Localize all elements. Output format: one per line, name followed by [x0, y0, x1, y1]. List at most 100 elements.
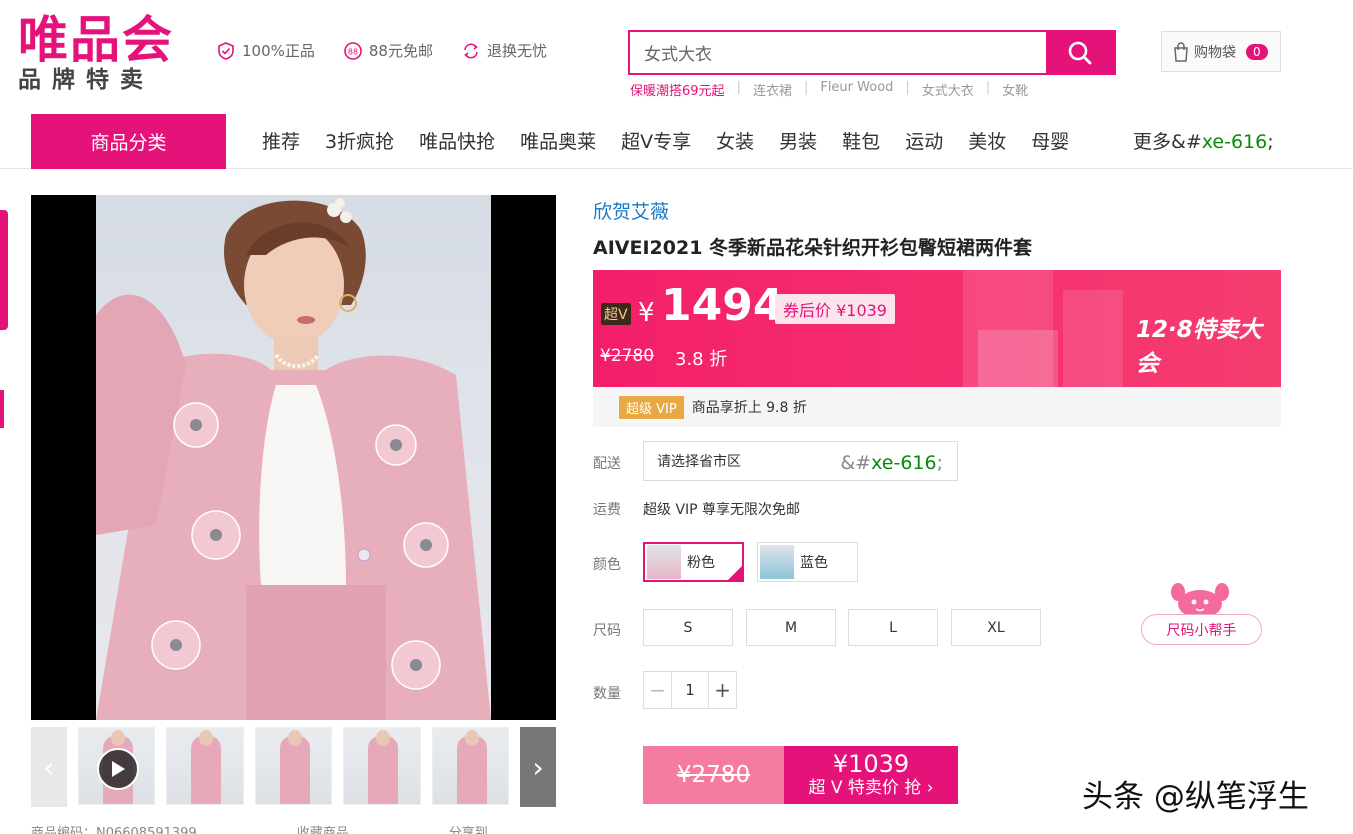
favorite-button[interactable]: 收藏商品 [297, 822, 349, 834]
nav-item-recommend[interactable]: 推荐 [262, 127, 300, 154]
hotword-link[interactable]: 女靴 [1002, 80, 1028, 99]
quantity-stepper: − 1 + [643, 671, 737, 709]
thumb-head [110, 730, 125, 746]
cart-button[interactable]: 购物袋 0 [1161, 31, 1281, 72]
nav-item-more[interactable]: 更多&#xe-616; [1133, 127, 1274, 154]
nav-item-baby[interactable]: 母婴 [1031, 127, 1069, 154]
promise-label: 退换无忧 [486, 42, 547, 60]
vip-discount-text: 商品享折上 9.8 折 [691, 400, 807, 416]
thumb-figure [279, 736, 310, 804]
shipping-label: 运费 [593, 502, 621, 518]
thumbnail-video[interactable] [77, 727, 156, 805]
thumb-figure [456, 736, 487, 804]
search-icon [1068, 41, 1092, 64]
size-option-l[interactable]: L [848, 609, 938, 646]
product-code: 商品编码：N06608591399 [31, 826, 197, 834]
product-photo [96, 195, 491, 720]
entity-tail: ; [936, 452, 943, 474]
color-option-blue[interactable]: 蓝色 [757, 542, 858, 582]
thumbnail-image[interactable] [254, 727, 333, 805]
quantity-increase-button[interactable]: + [708, 672, 736, 708]
side-float-tab-2[interactable] [0, 390, 4, 428]
thumbnail-image[interactable] [343, 727, 421, 805]
88-badge-icon: 88 [344, 41, 362, 60]
size-option-m[interactable]: M [746, 609, 836, 646]
color-option-pink[interactable]: 粉色 [643, 542, 744, 582]
nav-item-sports[interactable]: 运动 [905, 127, 943, 154]
more-label: 更多 [1133, 131, 1172, 153]
nav-item-flash-sale[interactable]: 3折疯抢 [325, 127, 394, 154]
currency-symbol: ¥ [638, 298, 655, 328]
entity-code: xe-616 [1201, 131, 1268, 153]
nav-item-outlet[interactable]: 唯品奥莱 [520, 127, 596, 154]
size-helper-button[interactable]: 尺码小帮手 [1141, 614, 1262, 645]
hotword-link[interactable]: 连衣裙 [753, 80, 792, 99]
coupon-price: 券后价 ¥1039 [775, 294, 895, 324]
super-v-badge: 超V [601, 303, 631, 325]
entity-text: &# [840, 452, 872, 474]
nav-item-super-v[interactable]: 超V专享 [621, 127, 691, 154]
size-option-xl[interactable]: XL [951, 609, 1041, 646]
search-button[interactable] [1046, 32, 1114, 73]
play-icon[interactable] [96, 748, 139, 790]
shield-check-icon [218, 41, 234, 60]
hotword-link[interactable]: 女式大衣 [922, 80, 974, 99]
banner-deco [1063, 290, 1123, 387]
hot-search-words: 保暖潮搭69元起 | 连衣裙 | Fleur Wood | 女式大衣 | 女靴 [630, 80, 1028, 99]
color-option-label: 粉色 [687, 555, 715, 571]
buy-price: ¥1039 [832, 750, 910, 778]
event-title: 12·8特卖大会 [1136, 317, 1262, 377]
logo-sub-text: 品牌特卖 [18, 67, 154, 93]
buy-button[interactable]: ¥2780 ¥1039 超 V 特卖价 抢 › [643, 746, 958, 804]
nav-item-women[interactable]: 女装 [716, 127, 754, 154]
nav-item-beauty[interactable]: 美妆 [968, 127, 1006, 154]
thumb-next-button[interactable]: › [520, 727, 557, 807]
vip-strip: 超级 VIP 商品享折上 9.8 折 [593, 387, 1281, 427]
main-nav: 商品分类 推荐 3折疯抢 唯品快抢 唯品奥莱 超V专享 女装 男装 鞋包 运动 … [0, 113, 1353, 169]
product-main-image[interactable] [31, 195, 556, 720]
banner-deco [978, 330, 1058, 387]
quantity-value[interactable]: 1 [672, 672, 708, 708]
separator: | [905, 80, 910, 95]
entity-text: &# [1171, 131, 1202, 153]
size-option-s[interactable]: S [643, 609, 733, 646]
delivery-region-select[interactable]: 请选择省市区 &#xe-616; [643, 441, 958, 481]
thumb-prev-button[interactable]: ‹ [31, 727, 67, 807]
color-option-label: 蓝色 [800, 555, 828, 571]
price-banner: 超V ¥ 1494 券后价 ¥1039 ¥2780 3.8 折 12·8特卖大会 [593, 270, 1281, 387]
discount-rate: 3.8 折 [675, 349, 728, 370]
cart-label: 购物袋 [1194, 44, 1236, 61]
thumb-head [287, 730, 302, 746]
nav-item-men[interactable]: 男装 [779, 127, 817, 154]
promise-label: 88元免邮 [368, 42, 433, 60]
side-float-tab[interactable] [0, 210, 8, 330]
quantity-decrease-button[interactable]: − [644, 672, 672, 708]
selected-check-icon [726, 564, 744, 582]
promise-free-shipping: 88 88元免邮 [343, 40, 433, 61]
separator: | [803, 80, 809, 95]
thumbnail-image[interactable] [166, 727, 244, 805]
size-label: 尺码 [593, 623, 621, 639]
category-menu-button[interactable]: 商品分类 [31, 114, 226, 169]
logo[interactable]: 唯品会 品牌特卖 [18, 12, 198, 98]
logo-main-text: 唯品会 [18, 11, 174, 69]
image-footer: 商品编码：N06608591399 收藏商品 分享到 [31, 822, 488, 834]
share-button[interactable]: 分享到 [449, 822, 488, 834]
thumb-head [464, 730, 479, 746]
color-label: 颜色 [593, 557, 621, 573]
hotword-link[interactable]: Fleur Wood [820, 80, 893, 99]
delivery-value: 请选择省市区 [657, 454, 741, 470]
buy-now-area[interactable]: ¥1039 超 V 特卖价 抢 › [784, 746, 958, 804]
hotword-link[interactable]: 保暖潮搭69元起 [630, 80, 725, 99]
chevron-down-icon: &#xe-616; [840, 452, 943, 474]
quantity-label: 数量 [593, 686, 621, 702]
color-swatch [760, 545, 794, 579]
cart-count-badge: 0 [1246, 43, 1268, 60]
super-vip-tag[interactable]: 超级 VIP [619, 395, 684, 419]
current-price: 1494 [661, 280, 784, 331]
nav-item-shoes-bags[interactable]: 鞋包 [842, 127, 880, 154]
brand-link[interactable]: 欣贺艾薇 [593, 197, 669, 224]
thumbnail-image[interactable] [431, 727, 510, 805]
search-input[interactable] [630, 32, 1046, 73]
nav-item-quick-grab[interactable]: 唯品快抢 [419, 127, 495, 154]
